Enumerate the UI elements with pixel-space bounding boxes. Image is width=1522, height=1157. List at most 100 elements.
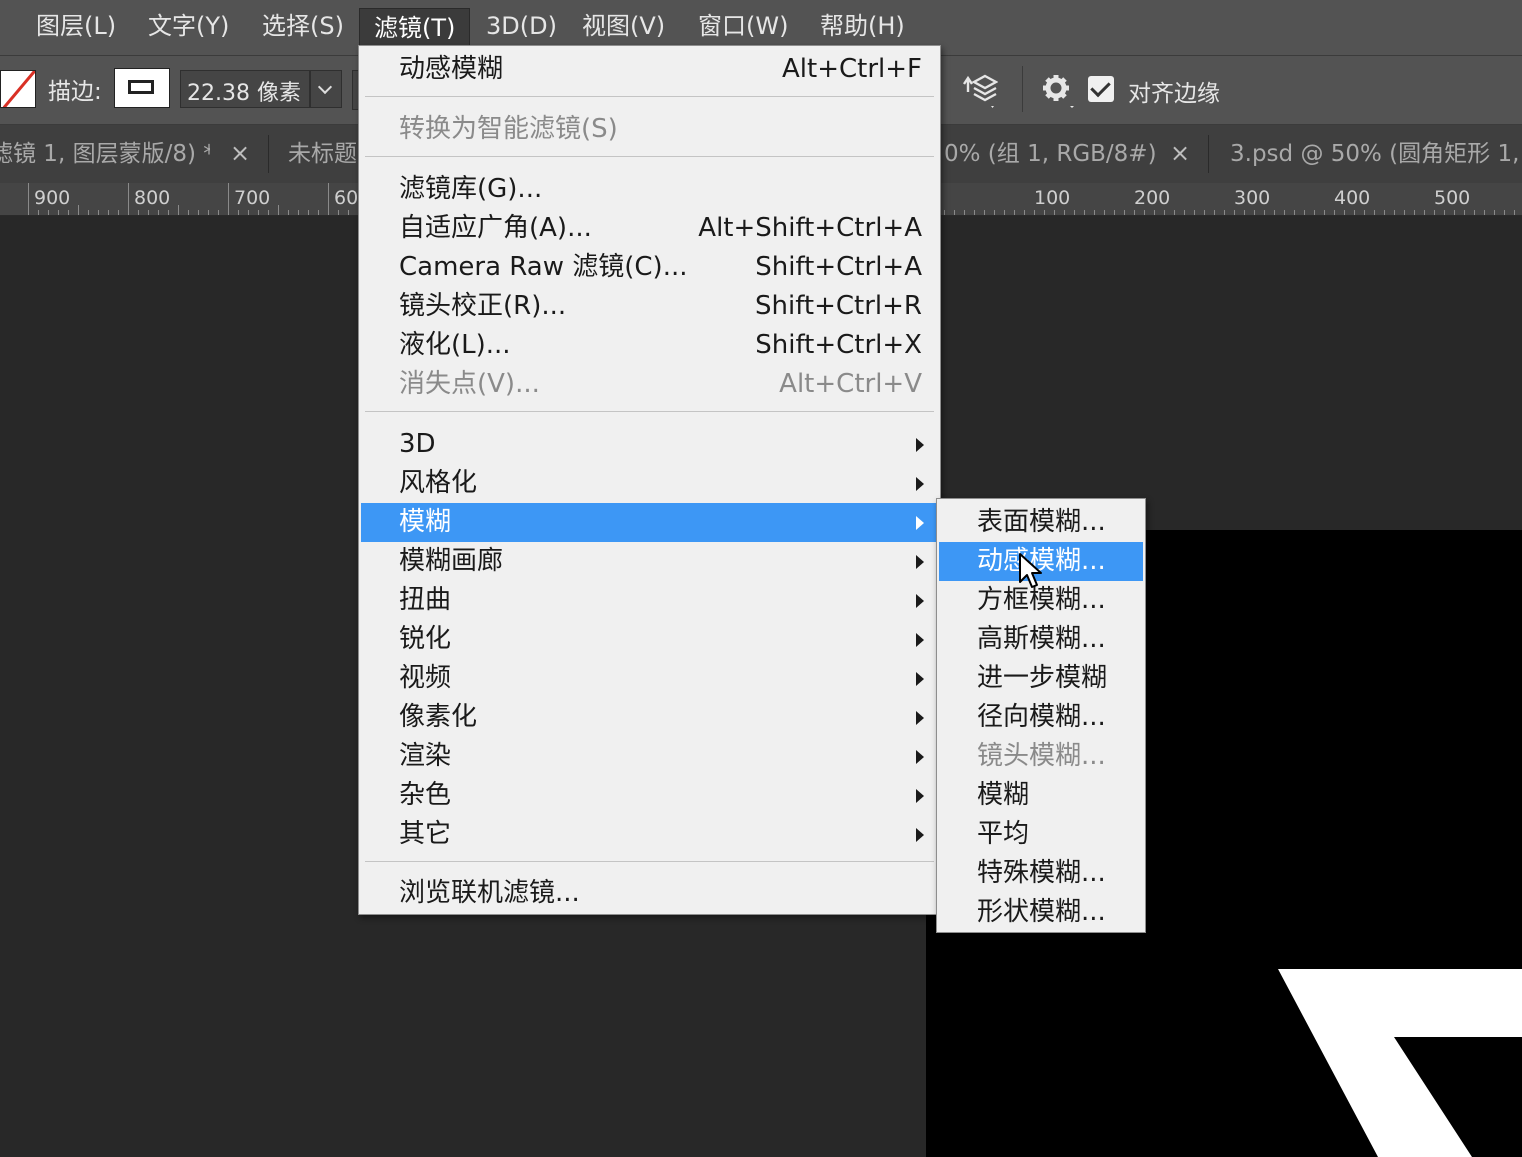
chevron-right-icon bbox=[916, 633, 924, 647]
stroke-width-input[interactable]: 22.38 像素 bbox=[180, 70, 310, 108]
menu-item-render[interactable]: 渲染 bbox=[361, 737, 938, 776]
ruler-tick bbox=[954, 210, 955, 215]
menu-item-noise[interactable]: 杂色 bbox=[361, 776, 938, 815]
ruler-tick bbox=[1164, 210, 1165, 215]
tab-divider bbox=[1208, 135, 1209, 173]
chevron-right-icon bbox=[916, 477, 924, 491]
ruler-tick bbox=[1314, 210, 1315, 215]
menu-separator bbox=[365, 96, 934, 97]
menu-item-liquify[interactable]: 液化(L)... Shift+Ctrl+X bbox=[361, 326, 938, 365]
ruler-tick bbox=[1334, 210, 1335, 215]
menu-item-convert-smart-filter: 转换为智能滤镜(S) bbox=[399, 114, 618, 144]
tab-document-3[interactable]: 0% (组 1, RGB/8#) * bbox=[944, 125, 1164, 183]
ruler-tick bbox=[1404, 210, 1405, 215]
menu-item-last-filter[interactable]: 动感模糊 Alt+Ctrl+F bbox=[361, 50, 938, 89]
ruler-tick bbox=[348, 210, 349, 215]
ruler-tick bbox=[78, 205, 79, 215]
menu-item-radial-blur[interactable]: 径向模糊... bbox=[939, 698, 1143, 737]
align-edges-checkbox[interactable] bbox=[1088, 76, 1114, 102]
path-arrangement-icon[interactable] bbox=[958, 70, 999, 108]
ruler-tick bbox=[1454, 210, 1455, 215]
menu-item-other[interactable]: 其它 bbox=[361, 815, 938, 854]
ruler-tick bbox=[1234, 210, 1235, 215]
ruler-tick bbox=[1224, 210, 1225, 215]
menu-item-shape-blur[interactable]: 形状模糊... bbox=[939, 893, 1143, 932]
menu-item-camera-raw[interactable]: Camera Raw 滤镜(C)... Shift+Ctrl+A bbox=[361, 248, 938, 287]
stroke-width-dropdown[interactable] bbox=[310, 70, 342, 108]
ruler-tick bbox=[1184, 210, 1185, 215]
gear-icon[interactable] bbox=[1038, 70, 1076, 108]
menu-item-blur[interactable]: 模糊 bbox=[361, 503, 938, 542]
ruler-tick bbox=[308, 210, 309, 215]
ruler-tick bbox=[1374, 210, 1375, 215]
ruler-tick bbox=[338, 210, 339, 215]
menu-item-filter-gallery[interactable]: 滤镜库(G)... bbox=[361, 170, 938, 209]
menu-item-sharpen[interactable]: 锐化 bbox=[361, 620, 938, 659]
menu-item-distort[interactable]: 扭曲 bbox=[361, 581, 938, 620]
ruler-tick bbox=[68, 210, 69, 215]
menu-item-browse-online-filters[interactable]: 浏览联机滤镜... bbox=[361, 874, 938, 913]
ruler-tick bbox=[158, 210, 159, 215]
options-divider bbox=[1022, 66, 1023, 112]
ruler-tick bbox=[1294, 210, 1295, 215]
ruler-tick bbox=[1364, 210, 1365, 215]
ruler-tick bbox=[1304, 210, 1305, 215]
ruler-tick bbox=[1134, 210, 1135, 215]
menu-item-blur-simple[interactable]: 模糊 bbox=[939, 776, 1143, 815]
tab-document-1[interactable]: 滤镜 1, 图层蒙版/8) * bbox=[0, 125, 210, 183]
ruler-tick bbox=[108, 210, 109, 215]
ruler-tick bbox=[1174, 210, 1175, 215]
ruler-label: 300 bbox=[1234, 187, 1271, 209]
ruler-tick bbox=[1064, 210, 1065, 215]
ruler-tick bbox=[1124, 210, 1125, 215]
ruler-tick bbox=[48, 210, 49, 215]
ruler-tick bbox=[228, 183, 229, 215]
ruler-tick bbox=[1084, 210, 1085, 215]
menu-item-stylize[interactable]: 风格化 bbox=[361, 464, 938, 503]
menu-item-blur-more[interactable]: 进一步模糊 bbox=[939, 659, 1143, 698]
menu-item-lens-correction[interactable]: 镜头校正(R)... Shift+Ctrl+R bbox=[361, 287, 938, 326]
close-icon[interactable]: × bbox=[1170, 125, 1190, 183]
menu-type[interactable]: 文字(Y) bbox=[134, 0, 243, 55]
ruler-tick bbox=[1434, 210, 1435, 215]
menu-item-adaptive-wide-angle[interactable]: 自适应广角(A)... Alt+Shift+Ctrl+A bbox=[361, 209, 938, 248]
menu-item-pixelate[interactable]: 像素化 bbox=[361, 698, 938, 737]
menu-item-average[interactable]: 平均 bbox=[939, 815, 1143, 854]
menu-item-surface-blur[interactable]: 表面模糊... bbox=[939, 503, 1143, 542]
stroke-color-swatch[interactable] bbox=[114, 68, 170, 108]
menu-item-video[interactable]: 视频 bbox=[361, 659, 938, 698]
menu-item-smart-blur[interactable]: 特殊模糊... bbox=[939, 854, 1143, 893]
ruler-tick bbox=[1214, 210, 1215, 215]
ruler-tick bbox=[1094, 210, 1095, 215]
ruler-tick bbox=[1204, 210, 1205, 215]
fill-none-swatch[interactable] bbox=[0, 70, 36, 108]
ruler-tick bbox=[98, 210, 99, 215]
menu-item-blur-gallery[interactable]: 模糊画廊 bbox=[361, 542, 938, 581]
ruler-tick bbox=[1384, 210, 1385, 215]
tab-document-2[interactable]: 未标题 bbox=[288, 125, 368, 183]
ruler-tick bbox=[944, 210, 945, 215]
ruler-tick bbox=[238, 210, 239, 215]
menu-item-3d[interactable]: 3D bbox=[361, 425, 938, 464]
ruler-tick bbox=[198, 210, 199, 215]
menu-layer[interactable]: 图层(L) bbox=[22, 0, 130, 55]
ruler-tick bbox=[1464, 210, 1465, 215]
align-edges-label: 对齐边缘 bbox=[1128, 81, 1220, 107]
ruler-tick bbox=[1474, 210, 1475, 215]
ruler-tick bbox=[1264, 210, 1265, 215]
ruler-tick bbox=[1154, 210, 1155, 215]
ruler-tick bbox=[1004, 210, 1005, 215]
menu-select[interactable]: 选择(S) bbox=[248, 0, 358, 55]
ruler-tick bbox=[1034, 210, 1035, 215]
ruler-tick bbox=[1044, 210, 1045, 215]
tab-document-4[interactable]: 3.psd @ 50% (圆角矩形 1, bbox=[1230, 125, 1522, 183]
close-icon[interactable]: × bbox=[230, 125, 250, 183]
menu-item-gaussian-blur[interactable]: 高斯模糊... bbox=[939, 620, 1143, 659]
ruler-tick bbox=[178, 205, 179, 215]
ruler-tick bbox=[1194, 210, 1195, 215]
ruler-tick bbox=[1144, 210, 1145, 215]
chevron-right-icon bbox=[916, 750, 924, 764]
ruler-tick bbox=[1274, 210, 1275, 215]
chevron-right-icon bbox=[916, 672, 924, 686]
ruler-tick bbox=[1424, 210, 1425, 215]
